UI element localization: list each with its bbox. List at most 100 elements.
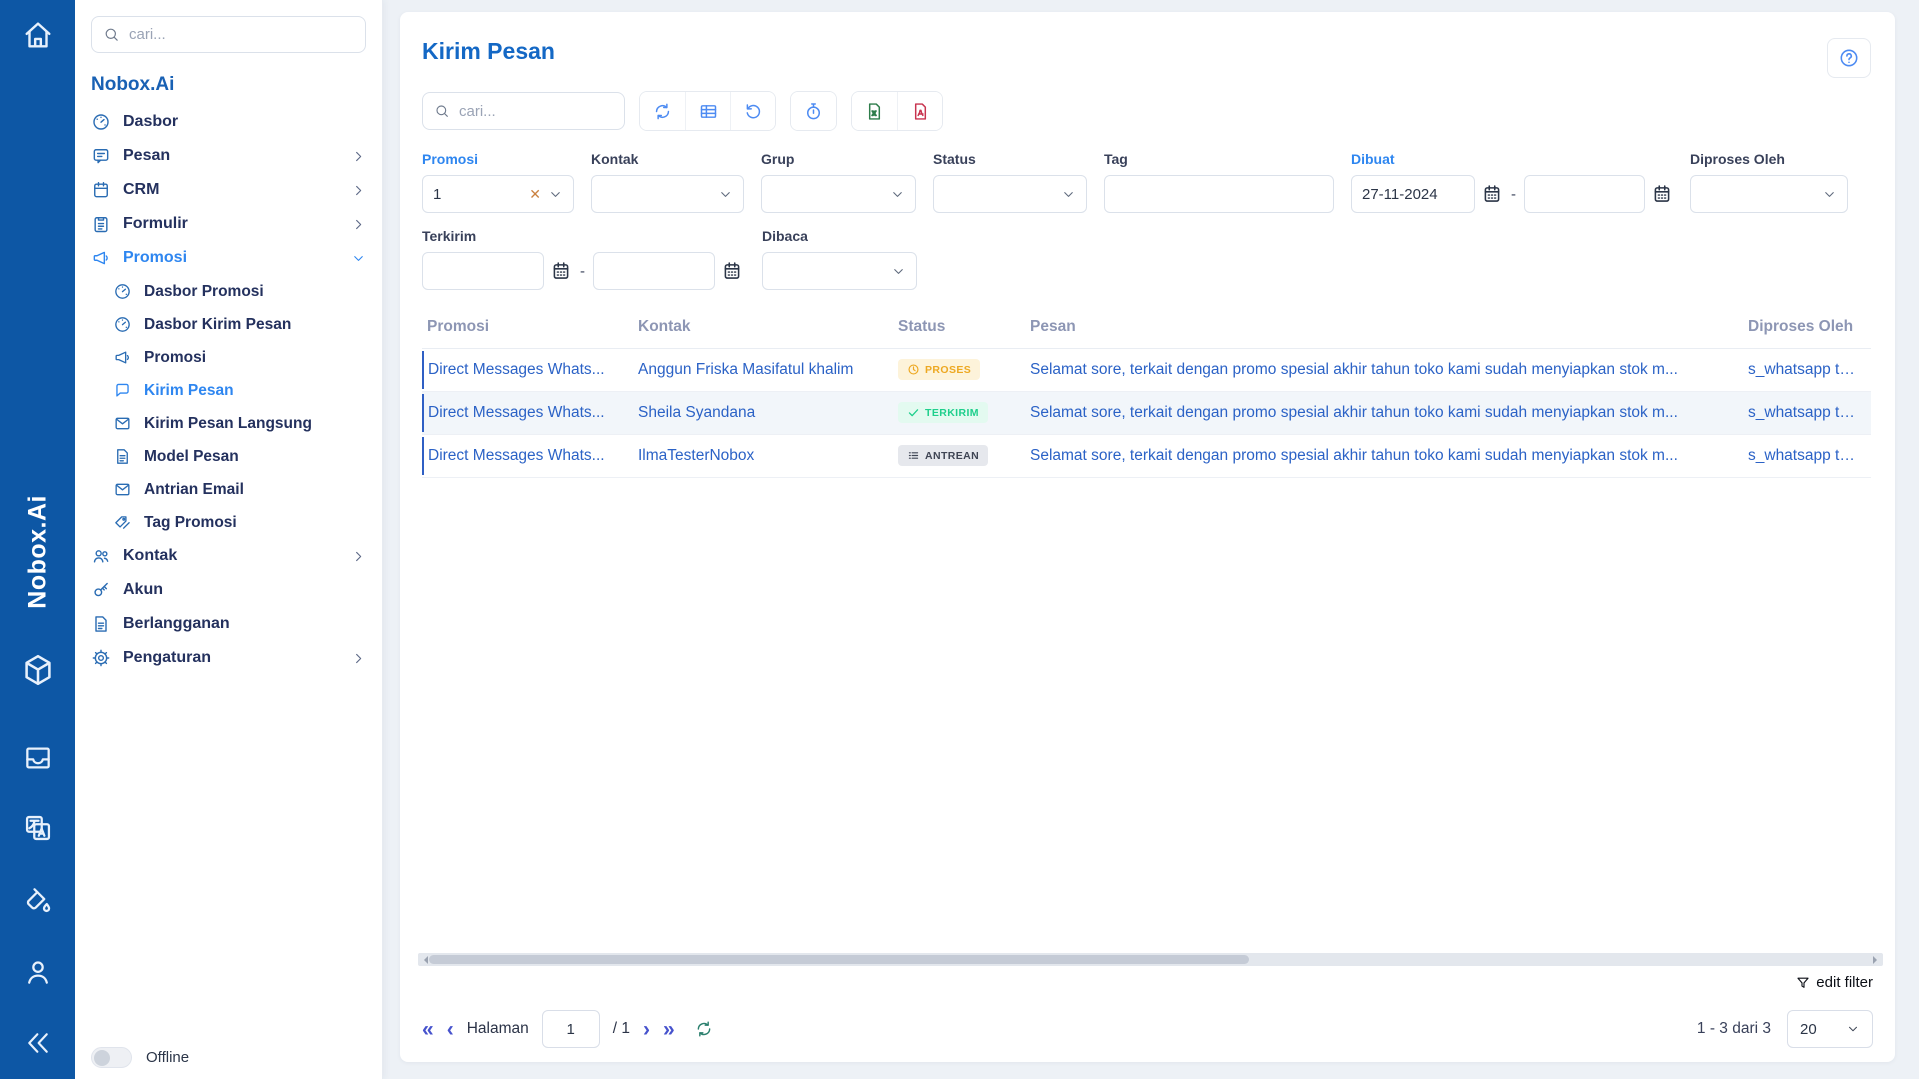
clipboard-icon	[91, 214, 111, 234]
export-excel-button[interactable]	[852, 92, 897, 130]
envelope-icon	[113, 414, 132, 433]
status-badge: PROSES	[898, 359, 980, 380]
promosi-select[interactable]: 1 ✕	[422, 175, 574, 213]
sidebar-item-akun[interactable]: Akun	[75, 573, 382, 607]
cell-diproses-oleh[interactable]: s_whatsapp tester	[1743, 351, 1871, 389]
refresh-icon[interactable]	[694, 1019, 714, 1039]
chevron-right-icon	[351, 149, 366, 164]
translate-icon[interactable]	[22, 812, 54, 844]
sidebar-item-formulir[interactable]: Formulir	[75, 207, 382, 241]
cell-kontak[interactable]: Sheila Syandana	[633, 394, 893, 432]
table-search[interactable]	[422, 92, 625, 130]
table-row[interactable]: Direct Messages Whats... Anggun Friska M…	[422, 349, 1871, 392]
queue-list-icon	[907, 449, 920, 462]
dibuat-to-input[interactable]	[1524, 175, 1645, 213]
export-pdf-button[interactable]	[897, 92, 942, 130]
prev-page-button[interactable]: ‹	[447, 1019, 454, 1040]
undo-icon	[743, 101, 764, 122]
dibaca-select[interactable]	[762, 252, 917, 290]
sidebar-search-input[interactable]	[129, 26, 354, 43]
sidebar-item-dasbor[interactable]: Dasbor	[75, 105, 382, 139]
kontak-select[interactable]	[591, 175, 744, 213]
grup-select[interactable]	[761, 175, 916, 213]
sidebar-item-pesan[interactable]: Pesan	[75, 139, 382, 173]
calendar-icon[interactable]	[1481, 183, 1503, 205]
sidebar-item-berlangganan[interactable]: Berlangganan	[75, 607, 382, 641]
edit-filter-button[interactable]: edit filter	[1795, 974, 1873, 991]
terkirim-from-input[interactable]	[422, 252, 544, 290]
table-header-row: Promosi Kontak Status Pesan Diproses Ole…	[422, 312, 1871, 349]
sidebar-item-label: Dasbor Kirim Pesan	[144, 316, 291, 334]
last-page-button[interactable]: »	[663, 1019, 675, 1040]
refresh-button[interactable]	[640, 92, 685, 130]
filter-status: Status	[933, 151, 1087, 213]
sidebar-item-dasbor-kirim-pesan[interactable]: Dasbor Kirim Pesan	[75, 308, 382, 341]
sidebar-item-promosi-sub[interactable]: Promosi	[75, 341, 382, 374]
page-number-input[interactable]	[542, 1010, 600, 1048]
column-header-status: Status	[893, 318, 1025, 336]
cell-pesan[interactable]: Selamat sore, terkait dengan promo spesi…	[1025, 351, 1743, 389]
scroll-left-arrow-icon[interactable]	[420, 956, 428, 964]
user-icon[interactable]	[22, 956, 54, 988]
reset-button[interactable]	[730, 92, 775, 130]
collapse-sidebar-icon[interactable]	[23, 1028, 53, 1058]
calendar-icon[interactable]	[1651, 183, 1673, 205]
chevron-right-icon	[351, 217, 366, 232]
sidebar-item-kirim-pesan[interactable]: Kirim Pesan	[75, 374, 382, 407]
sidebar-item-model-pesan[interactable]: Model Pesan	[75, 440, 382, 473]
scrollbar-thumb[interactable]	[429, 955, 1249, 964]
horizontal-scrollbar[interactable]	[418, 953, 1883, 966]
page-title: Kirim Pesan	[422, 38, 555, 65]
cell-pesan[interactable]: Selamat sore, terkait dengan promo spesi…	[1025, 437, 1743, 475]
sidebar-item-kirim-pesan-langsung[interactable]: Kirim Pesan Langsung	[75, 407, 382, 440]
cell-promosi[interactable]: Direct Messages Whats...	[422, 394, 633, 432]
nobox-cube-logo-icon[interactable]	[20, 652, 56, 688]
filter-diproses-oleh: Diproses Oleh	[1690, 151, 1848, 213]
cell-promosi[interactable]: Direct Messages Whats...	[422, 351, 633, 389]
sidebar-item-dasbor-promosi[interactable]: Dasbor Promosi	[75, 275, 382, 308]
inbox-icon[interactable]	[22, 742, 54, 774]
card-footer: « ‹ Halaman / 1 › » 1 - 3 dari 3 20	[422, 1010, 1873, 1048]
sidebar-item-pengaturan[interactable]: Pengaturan	[75, 641, 382, 675]
next-page-button[interactable]: ›	[643, 1019, 650, 1040]
sidebar-item-crm[interactable]: CRM	[75, 173, 382, 207]
sidebar-item-promosi[interactable]: Promosi	[75, 241, 382, 275]
cell-diproses-oleh[interactable]: s_whatsapp tester	[1743, 437, 1871, 475]
home-icon[interactable]	[21, 18, 55, 52]
page-size-select[interactable]: 20	[1787, 1010, 1873, 1048]
diproses-oleh-select[interactable]	[1690, 175, 1848, 213]
table-row[interactable]: Direct Messages Whats... IlmaTesterNobox…	[422, 435, 1871, 478]
chevron-down-icon	[1846, 1022, 1860, 1036]
filter-label: Terkirim	[422, 228, 743, 244]
terkirim-to-input[interactable]	[593, 252, 715, 290]
cell-promosi[interactable]: Direct Messages Whats...	[422, 437, 633, 475]
calendar-icon[interactable]	[721, 260, 743, 282]
first-page-button[interactable]: «	[422, 1019, 434, 1040]
page-size-value: 20	[1800, 1021, 1817, 1038]
status-select[interactable]	[933, 175, 1087, 213]
stopwatch-button[interactable]	[791, 92, 836, 130]
scroll-right-arrow-icon[interactable]	[1873, 956, 1881, 964]
table-search-input[interactable]	[459, 103, 613, 120]
cell-pesan[interactable]: Selamat sore, terkait dengan promo spesi…	[1025, 394, 1743, 432]
sidebar-item-antrian-email[interactable]: Antrian Email	[75, 473, 382, 506]
toolbar-group-schedule	[790, 91, 837, 131]
calendar-icon[interactable]	[550, 260, 572, 282]
tag-icon	[113, 513, 132, 532]
help-button[interactable]	[1827, 38, 1871, 78]
clear-filter-icon[interactable]: ✕	[529, 186, 541, 203]
sidebar-search[interactable]	[91, 16, 366, 53]
dibuat-from-input[interactable]	[1351, 175, 1475, 213]
sidebar-item-tag-promosi[interactable]: Tag Promosi	[75, 506, 382, 539]
offline-toggle[interactable]	[91, 1047, 132, 1068]
table-view-button[interactable]	[685, 92, 730, 130]
tag-input[interactable]	[1104, 175, 1334, 213]
table-row[interactable]: Direct Messages Whats... Sheila Syandana…	[422, 392, 1871, 435]
cell-diproses-oleh[interactable]: s_whatsapp tester	[1743, 394, 1871, 432]
toolbar	[422, 91, 1871, 131]
cell-kontak[interactable]: IlmaTesterNobox	[633, 437, 893, 475]
filter-kontak: Kontak	[591, 151, 744, 213]
cell-kontak[interactable]: Anggun Friska Masifatul khalim	[633, 351, 893, 389]
paint-bucket-icon[interactable]	[22, 886, 54, 918]
sidebar-item-kontak[interactable]: Kontak	[75, 539, 382, 573]
